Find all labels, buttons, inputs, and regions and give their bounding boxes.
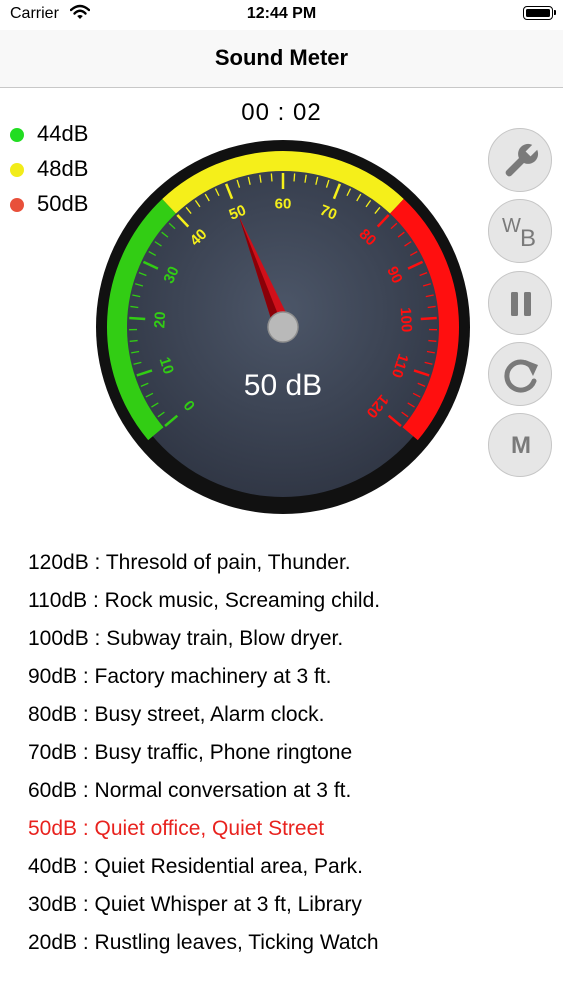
reference-item: 20dB : Rustling leaves, Ticking Watch (28, 931, 379, 954)
gauge-minor-tick (428, 339, 437, 342)
gauge-minor-tick (270, 173, 273, 182)
gauge-tick-label: 100 (397, 307, 415, 333)
pause-button[interactable] (488, 271, 552, 335)
gauge-hub (267, 311, 299, 343)
reference-item: 70dB : Busy traffic, Phone ringtone (28, 741, 353, 764)
reference-item: 90dB : Factory machinery at 3 ft. (28, 665, 332, 688)
wb-w-label: W (502, 215, 521, 237)
gauge-minor-tick (293, 173, 296, 182)
status-time: 12:44 PM (246, 5, 317, 22)
reference-item: 80dB : Busy street, Alarm clock. (28, 703, 325, 726)
wb-b-label: B (520, 225, 537, 252)
legend-avg-label: 48dB (37, 156, 89, 181)
sound-level-gauge: 0 10 20 30 40 50 60 70 80 90 100 110 120 50 dB (96, 140, 470, 514)
gauge-tick-label: 20 (151, 311, 169, 329)
reference-item: 60dB : Normal conversation at 3 ft. (28, 779, 352, 802)
reference-item: 40dB : Quiet Residential area, Park. (28, 855, 364, 878)
gauge-major-tick (129, 316, 146, 321)
green-dot-icon (10, 128, 24, 142)
gauge-reading: 50 dB (244, 369, 322, 402)
navigation-bar: Sound Meter (0, 30, 563, 88)
refresh-icon (504, 359, 538, 393)
legend-max-label: 50dB (37, 191, 89, 216)
reference-item: 30dB : Quiet Whisper at 3 ft, Library (28, 893, 362, 916)
white-balance-button[interactable]: W B (488, 199, 552, 263)
red-dot-icon (10, 198, 24, 212)
mode-label: M (511, 432, 531, 459)
reset-button[interactable] (488, 342, 552, 406)
gauge-minor-tick (129, 339, 138, 342)
wb-icon: W B (489, 200, 553, 264)
reference-item: 50dB : Quiet office, Quiet Street (28, 817, 325, 840)
reference-item: 110dB : Rock music, Screaming child. (28, 589, 381, 612)
reference-item: 100dB : Subway train, Blow dryer. (28, 627, 344, 650)
mode-button[interactable]: M (488, 413, 552, 477)
status-bar: Carrier 12:44 PM (0, 0, 563, 30)
gauge-tick-label: 60 (275, 196, 292, 213)
gauge-dial: 01020304050 60 708090100110120 50 dB (96, 140, 470, 514)
wrench-icon (505, 142, 540, 177)
gauge-major-tick (420, 316, 437, 321)
pause-icon (511, 292, 531, 316)
legend-min-label: 44dB (37, 121, 89, 146)
settings-button[interactable] (488, 128, 552, 192)
decibel-reference-list: 120dB : Thresold of pain, Thunder. 110dB … (28, 544, 380, 962)
battery-icon (523, 6, 556, 20)
reference-item: 120dB : Thresold of pain, Thunder. (28, 551, 351, 574)
yellow-dot-icon (10, 163, 24, 177)
page-title: Sound Meter (214, 45, 349, 70)
